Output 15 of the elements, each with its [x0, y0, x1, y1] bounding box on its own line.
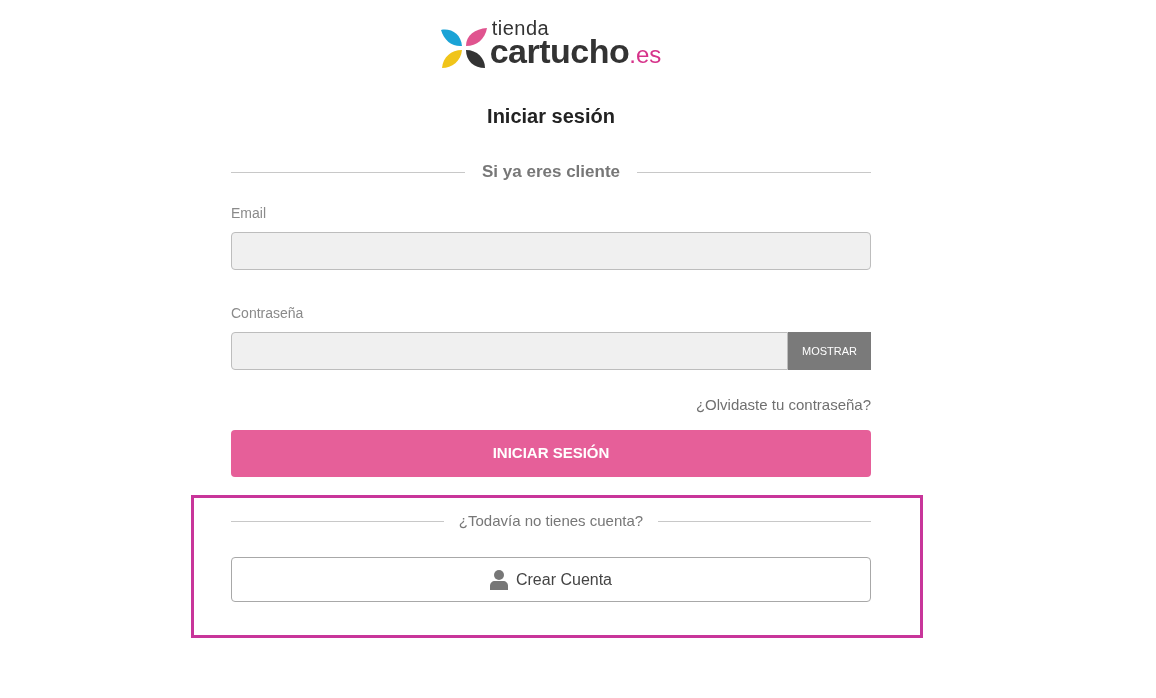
logo-icon	[440, 28, 487, 68]
section-heading: Si ya eres cliente	[481, 161, 621, 183]
email-field[interactable]	[231, 232, 871, 270]
show-password-button[interactable]: MOSTRAR	[788, 332, 871, 370]
section-heading: ¿Todavía no tienes cuenta?	[457, 511, 645, 531]
login-button[interactable]: INICIAR SESIÓN	[231, 430, 871, 477]
forgot-password-link[interactable]: ¿Olvidaste tu contraseña?	[695, 395, 871, 415]
create-account-button[interactable]: Crear Cuenta	[231, 557, 871, 602]
field-label: Email	[231, 204, 267, 222]
logo-wordmark: cartucho.es	[489, 36, 662, 70]
field-label: Contraseña	[231, 304, 305, 322]
user-icon	[489, 569, 508, 590]
page-title: Iniciar sesión	[486, 104, 616, 128]
logo-text: tienda	[491, 20, 551, 36]
password-field[interactable]	[231, 332, 788, 370]
